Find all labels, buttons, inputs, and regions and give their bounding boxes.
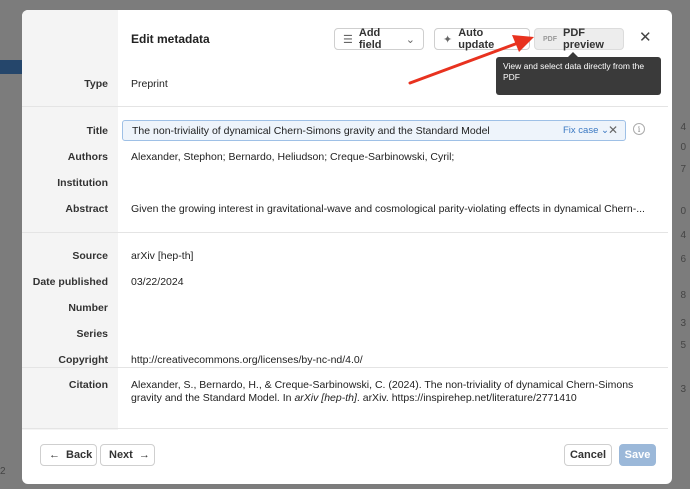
title-field[interactable]: The non-triviality of dynamical Chern-Si… xyxy=(122,120,626,141)
magic-wand-icon: ✦ xyxy=(443,33,453,46)
series-value[interactable] xyxy=(131,328,611,341)
pdf-preview-tooltip: View and select data directly from the P… xyxy=(496,52,661,95)
info-icon[interactable]: i xyxy=(633,123,645,135)
fix-case-dropdown[interactable]: Fix case ⌄ xyxy=(563,125,609,136)
background-number: 4 xyxy=(680,230,686,241)
type-value[interactable]: Preprint xyxy=(131,78,168,90)
close-icon[interactable]: ✕ xyxy=(639,28,652,46)
date-published-label: Date published xyxy=(32,276,108,288)
copyright-value[interactable]: http://creativecommons.org/licenses/by-n… xyxy=(131,354,363,366)
background-nav-highlight xyxy=(0,60,22,74)
type-label: Type xyxy=(84,78,108,90)
pdf-preview-label: PDF preview xyxy=(563,27,604,51)
citation-value: Alexander, S., Bernardo, H., & Creque-Sa… xyxy=(131,379,641,405)
list-icon: ☰ xyxy=(343,33,353,46)
number-value[interactable] xyxy=(131,302,611,315)
background-number: 4 xyxy=(680,122,686,133)
back-label: Back xyxy=(66,449,93,461)
title-value: The non-triviality of dynamical Chern-Si… xyxy=(132,125,490,137)
background-number: 5 xyxy=(680,340,686,351)
section-divider xyxy=(22,428,668,429)
authors-value[interactable]: Alexander, Stephon; Bernardo, Heliudson;… xyxy=(131,151,454,163)
background-number: 0 xyxy=(680,142,686,153)
next-button[interactable]: Next → xyxy=(100,444,155,466)
arrow-left-icon: ← xyxy=(49,449,60,461)
auto-update-label: Auto update xyxy=(458,27,495,51)
copyright-label: Copyright xyxy=(58,354,108,366)
background-number: 3 xyxy=(680,318,686,329)
source-label: Source xyxy=(72,250,108,262)
number-label: Number xyxy=(68,302,108,314)
clear-icon[interactable]: ✕ xyxy=(608,123,618,137)
background-number: 2 xyxy=(0,466,6,477)
back-button[interactable]: ← Back xyxy=(40,444,97,466)
title-label: Title xyxy=(86,125,108,137)
date-published-value[interactable]: 03/22/2024 xyxy=(131,276,184,288)
pdf-icon: PDF xyxy=(543,35,557,43)
next-label: Next xyxy=(109,449,133,461)
background-number: 6 xyxy=(680,254,686,265)
citation-source: arXiv [hep-th] xyxy=(294,392,357,404)
background-number: 0 xyxy=(680,206,686,217)
background-number: 7 xyxy=(680,164,686,175)
section-divider xyxy=(22,106,668,107)
save-button[interactable]: Save xyxy=(619,444,656,466)
chevron-down-icon: ⌄ xyxy=(405,33,415,46)
edit-metadata-dialog: Edit metadata ☰ Add field ⌄ ✦ Auto updat… xyxy=(22,10,672,484)
add-field-label: Add field xyxy=(358,27,382,51)
abstract-value[interactable]: Given the growing interest in gravitatio… xyxy=(131,203,645,215)
auto-update-button[interactable]: ✦ Auto update xyxy=(434,27,530,51)
abstract-label: Abstract xyxy=(65,203,108,215)
pdf-preview-button[interactable]: PDF PDF preview xyxy=(534,27,624,51)
institution-value[interactable] xyxy=(131,177,611,190)
series-label: Series xyxy=(76,328,108,340)
add-field-button[interactable]: ☰ Add field ⌄ xyxy=(334,27,424,51)
authors-label: Authors xyxy=(67,151,108,163)
dialog-title: Edit metadata xyxy=(131,32,210,46)
citation-text: . arXiv. https://inspirehep.net/literatu… xyxy=(356,392,577,404)
section-divider xyxy=(22,367,668,368)
arrow-right-icon: → xyxy=(138,449,150,461)
section-divider xyxy=(22,232,668,233)
cancel-button[interactable]: Cancel xyxy=(564,444,612,466)
institution-label: Institution xyxy=(57,177,108,189)
citation-label: Citation xyxy=(68,379,108,391)
background-number: 3 xyxy=(680,384,686,395)
source-value[interactable]: arXiv [hep-th] xyxy=(131,250,193,262)
background-number: 8 xyxy=(680,290,686,301)
fix-case-label: Fix case xyxy=(563,125,599,136)
